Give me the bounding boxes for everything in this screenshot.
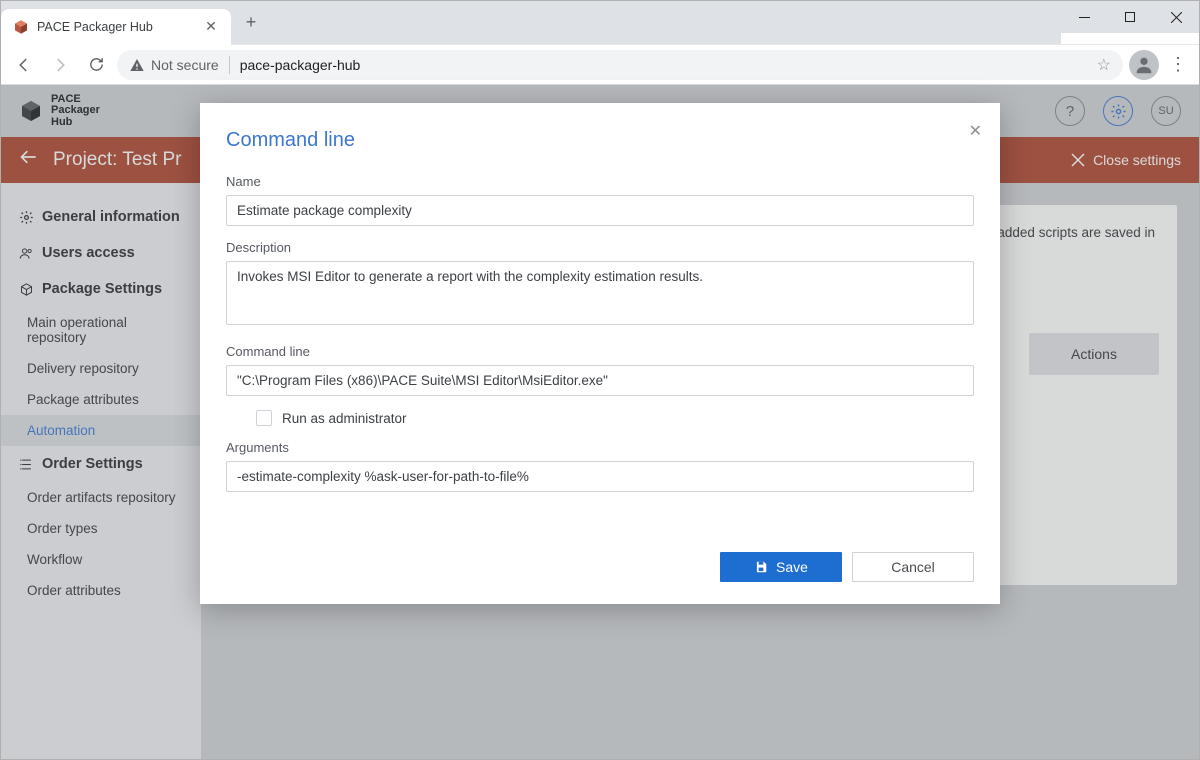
name-input[interactable]: [226, 195, 974, 226]
window-titlebar: PACE Packager Hub ✕ +: [1, 1, 1199, 45]
run-as-admin-checkbox[interactable]: Run as administrator: [226, 410, 974, 426]
save-button[interactable]: Save: [720, 552, 842, 582]
modal-overlay: ✕ Command line Name Description Command …: [1, 85, 1199, 759]
window-controls: [1061, 1, 1199, 33]
url-text: pace-packager-hub: [240, 57, 361, 73]
profile-avatar[interactable]: [1129, 50, 1159, 80]
divider: [229, 56, 230, 74]
tab-title: PACE Packager Hub: [37, 20, 153, 34]
minimize-button[interactable]: [1061, 1, 1107, 33]
close-window-button[interactable]: [1153, 1, 1199, 33]
browser-menu-button[interactable]: ⋮: [1165, 50, 1191, 80]
browser-toolbar: Not secure pace-packager-hub ☆ ⋮: [1, 45, 1199, 85]
label-description: Description: [226, 240, 974, 255]
forward-button[interactable]: [45, 50, 75, 80]
command-line-modal: ✕ Command line Name Description Command …: [200, 103, 1000, 604]
label-name: Name: [226, 174, 974, 189]
not-secure-badge: Not secure: [129, 57, 219, 73]
back-button[interactable]: [9, 50, 39, 80]
label-command-line: Command line: [226, 344, 974, 359]
save-icon: [754, 560, 768, 574]
modal-actions: Save Cancel: [226, 552, 974, 582]
arguments-input[interactable]: [226, 461, 974, 492]
modal-close-button[interactable]: ✕: [969, 121, 982, 141]
cancel-button[interactable]: Cancel: [852, 552, 974, 582]
warning-icon: [129, 57, 145, 73]
run-as-admin-label: Run as administrator: [282, 411, 407, 426]
checkbox-icon: [256, 410, 272, 426]
person-icon: [1133, 54, 1155, 76]
modal-title: Command line: [226, 129, 974, 152]
maximize-button[interactable]: [1107, 1, 1153, 33]
tab-strip: PACE Packager Hub ✕ +: [1, 1, 1061, 44]
tab-close-icon[interactable]: ✕: [203, 19, 219, 35]
address-bar[interactable]: Not secure pace-packager-hub ☆: [117, 50, 1123, 80]
command-line-input[interactable]: [226, 365, 974, 396]
description-input[interactable]: [226, 261, 974, 325]
reload-button[interactable]: [81, 50, 111, 80]
bookmark-star-icon[interactable]: ☆: [1097, 55, 1111, 75]
cube-icon: [13, 19, 29, 35]
label-arguments: Arguments: [226, 440, 974, 455]
new-tab-button[interactable]: +: [237, 9, 265, 37]
browser-tab[interactable]: PACE Packager Hub ✕: [1, 9, 231, 45]
